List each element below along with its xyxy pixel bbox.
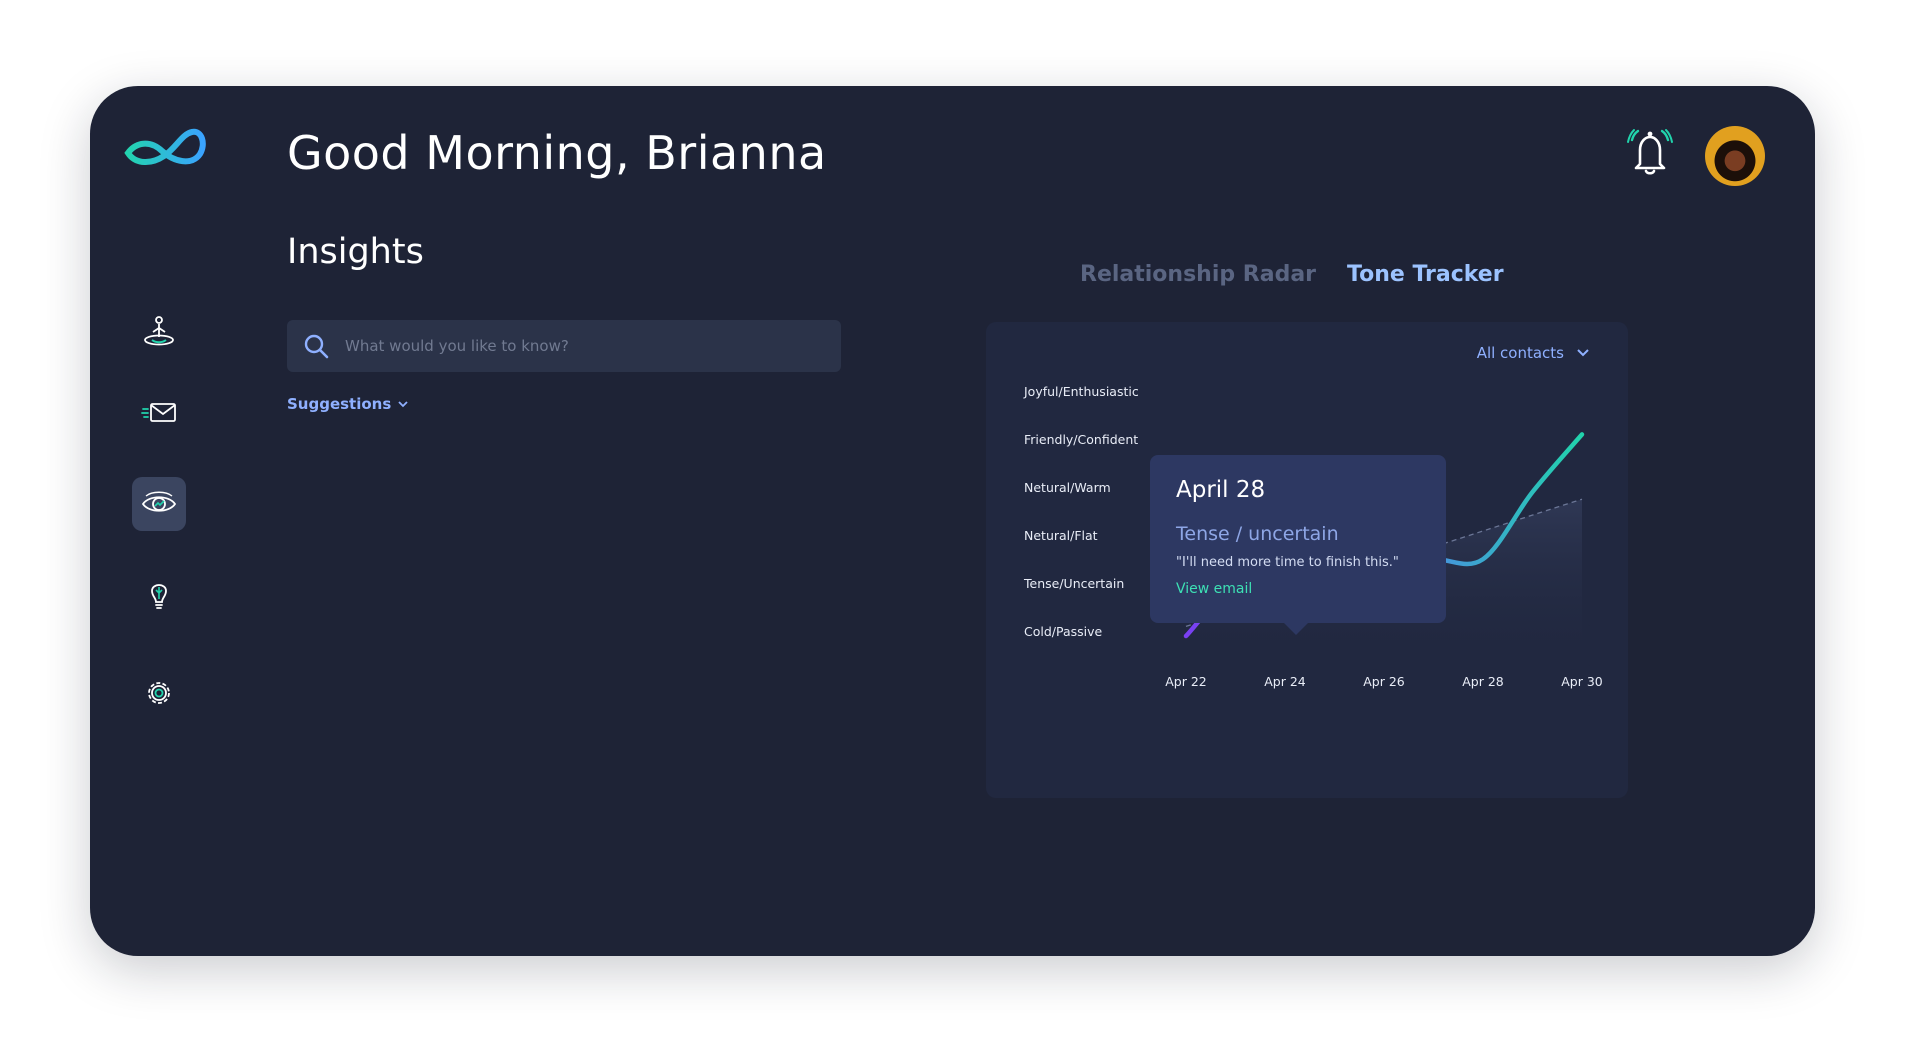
- meditation-icon: [144, 316, 174, 346]
- sidebar-item-messages[interactable]: [132, 386, 186, 440]
- greeting-title: Good Morning, Brianna: [287, 126, 827, 180]
- search-icon: [304, 334, 329, 359]
- notification-bell-icon[interactable]: [1625, 126, 1675, 178]
- tooltip-date: April 28: [1176, 477, 1266, 503]
- x-tick-label: Apr 26: [1363, 674, 1405, 689]
- sidebar-item-ideas[interactable]: [132, 569, 186, 623]
- x-tick-label: Apr 28: [1462, 674, 1504, 689]
- sidebar-item-insights[interactable]: [132, 477, 186, 531]
- infinity-logo-icon[interactable]: [122, 122, 208, 174]
- chart-tooltip: April 28 Tense / uncertain "I'll need mo…: [1150, 455, 1446, 635]
- tooltip-quote: "I'll need more time to finish this.": [1176, 555, 1399, 570]
- y-tick-label: Netural/Flat: [1024, 528, 1098, 543]
- send-mail-icon: [141, 403, 176, 422]
- user-avatar[interactable]: [1705, 126, 1765, 186]
- tooltip-tone: Tense / uncertain: [1176, 523, 1339, 545]
- gear-icon: [148, 682, 170, 704]
- x-tick-label: Apr 30: [1561, 674, 1603, 689]
- sidebar-item-mindfulness[interactable]: [132, 305, 186, 359]
- y-tick-label: Cold/Passive: [1024, 624, 1103, 639]
- suggestions-dropdown[interactable]: Suggestions: [287, 395, 409, 413]
- y-tick-label: Tense/Uncertain: [1023, 576, 1124, 591]
- eye-icon: [141, 491, 177, 512]
- tab-relationship-radar[interactable]: Relationship Radar: [1080, 262, 1316, 287]
- suggestions-label: Suggestions: [287, 395, 392, 413]
- y-tick-label: Joyful/Enthusiastic: [1023, 384, 1139, 399]
- y-tick-label: Netural/Warm: [1024, 480, 1111, 495]
- lightbulb-icon: [151, 584, 167, 609]
- tab-tone-tracker[interactable]: Tone Tracker: [1347, 262, 1504, 287]
- search-input[interactable]: [345, 320, 815, 372]
- tone-tracker-chart: All contacts Joyful/Enthusiastic Friendly…: [986, 322, 1628, 798]
- app-window: Good Morning, Brianna Insights What woul…: [90, 86, 1815, 956]
- x-tick-label: Apr 22: [1165, 674, 1207, 689]
- view-email-link[interactable]: View email: [1176, 581, 1252, 597]
- x-tick-label: Apr 24: [1264, 674, 1306, 689]
- sidebar-item-settings[interactable]: [132, 666, 186, 720]
- page-title: Insights: [287, 232, 424, 272]
- chevron-down-icon: [398, 401, 408, 408]
- search-bar: [287, 320, 841, 372]
- y-tick-label: Friendly/Confident: [1024, 432, 1138, 447]
